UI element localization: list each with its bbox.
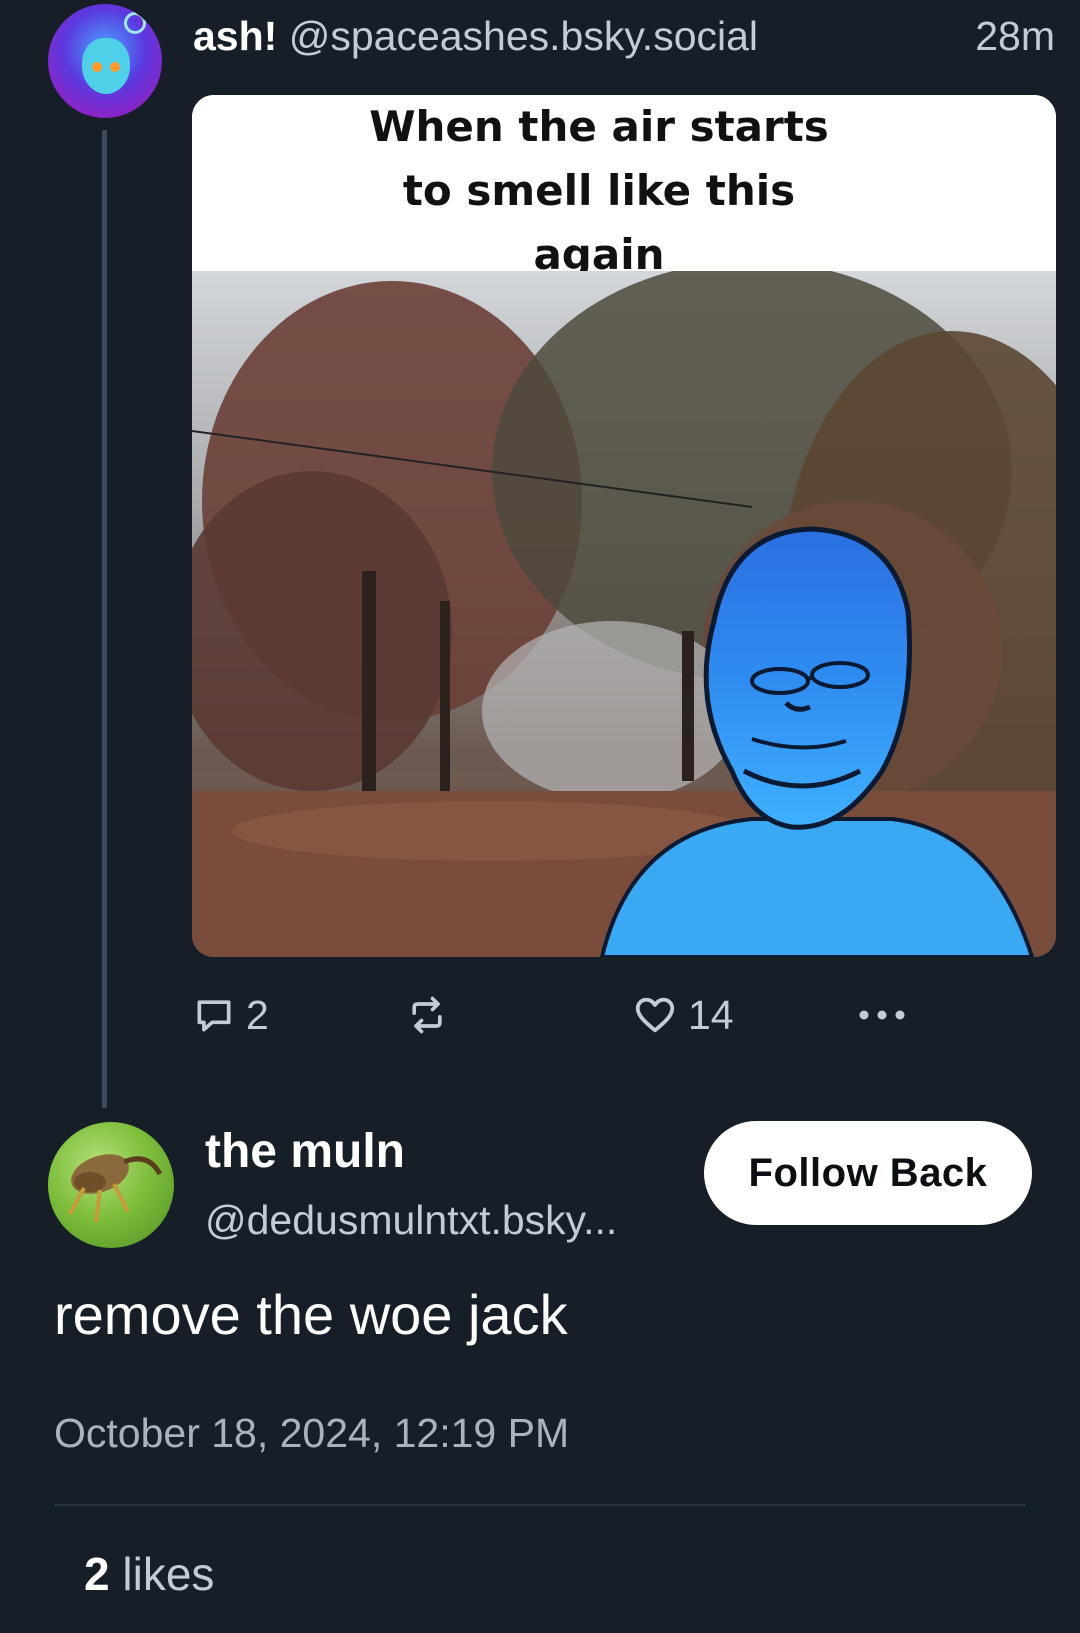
repost-button[interactable]	[405, 990, 449, 1040]
post-image[interactable]: When the air starts to smell like this a…	[192, 95, 1056, 957]
reply-body-text: remove the woe jack	[54, 1283, 568, 1346]
forest-scene-illustration	[192, 271, 1056, 957]
avatar-ash[interactable]	[48, 4, 162, 118]
likes-summary[interactable]: 2 likes	[84, 1546, 214, 1602]
foggy-forest-photo	[192, 271, 1056, 957]
reply-button[interactable]: 2	[192, 990, 269, 1040]
more-options-button[interactable]	[854, 990, 910, 1040]
repost-arrows-icon	[412, 996, 442, 1034]
avatar-the-muln[interactable]	[48, 1122, 174, 1248]
parent-post-header: ash! @spaceashes.bsky.social	[193, 10, 1055, 62]
post-action-bar: 2 14	[192, 990, 912, 1040]
thread-connector-line	[102, 130, 107, 1108]
post-date: October 18, 2024, 12:19 PM	[54, 1410, 570, 1456]
post-thread-view: ash! @spaceashes.bsky.social 28m When th…	[0, 0, 1080, 1633]
parent-time-ago: 28m	[975, 13, 1055, 59]
follow-back-button[interactable]: Follow Back	[704, 1121, 1032, 1225]
likes-count: 2	[84, 1548, 110, 1600]
like-count: 14	[688, 992, 734, 1038]
speech-bubble-icon	[197, 1000, 231, 1032]
heart-outline-icon	[635, 997, 675, 1033]
reply-author-block: the muln @dedusmulntxt.bsky...	[205, 1122, 617, 1248]
reply-display-name[interactable]: the muln	[205, 1122, 617, 1182]
image-caption: When the air starts to smell like this a…	[192, 95, 1056, 279]
like-button[interactable]: 14	[632, 990, 734, 1040]
divider	[54, 1504, 1026, 1506]
image-caption-line: When the air starts	[369, 102, 829, 151]
weevil-avatar-image	[68, 1154, 163, 1223]
parent-handle[interactable]: @spaceashes.bsky.social	[289, 13, 758, 59]
reply-handle[interactable]: @dedusmulntxt.bsky...	[205, 1192, 617, 1248]
ellipsis-icon	[859, 1010, 905, 1020]
image-caption-line: to smell like this	[402, 166, 796, 215]
likes-label: likes	[109, 1548, 215, 1600]
parent-display-name[interactable]: ash!	[193, 13, 277, 59]
reply-count: 2	[246, 992, 269, 1038]
